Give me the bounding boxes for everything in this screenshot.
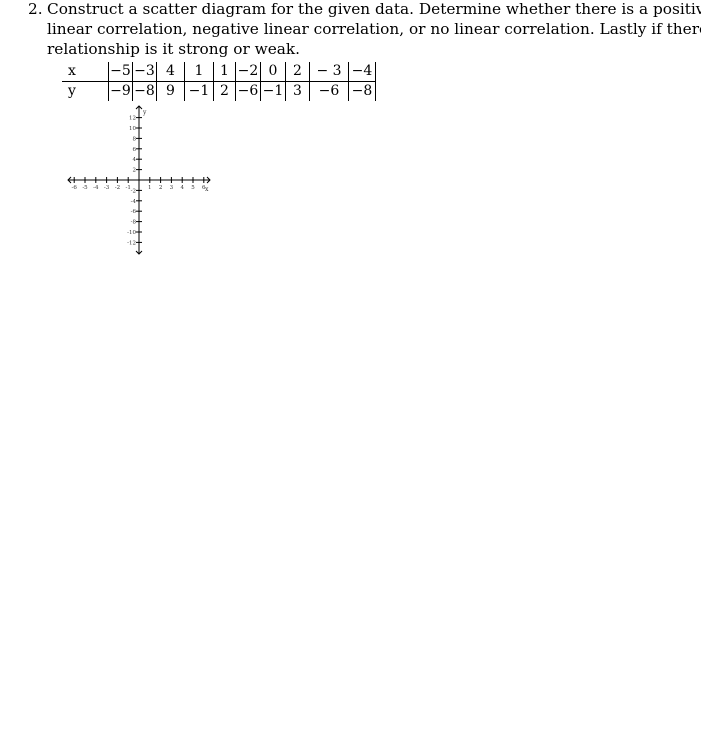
y-tick-label: -4	[131, 199, 137, 205]
x-row: x −5 −3 4 1 1 −2 0 2 − 3 −4	[62, 62, 376, 82]
y-cell: −8	[132, 81, 157, 101]
y-cell: −6	[309, 81, 349, 101]
x-row-label: x	[62, 62, 109, 82]
y-tick-label: 12	[129, 116, 136, 122]
x-cell: 1	[184, 62, 214, 82]
x-axis-label: x	[205, 186, 209, 193]
y-tick-label: -12	[127, 240, 136, 246]
y-cell: −6	[235, 81, 261, 101]
x-cell: −4	[348, 62, 376, 82]
y-cell: −1	[184, 81, 214, 101]
y-tick-label: -8	[131, 220, 137, 226]
x-cell: −5	[108, 62, 133, 82]
y-tick-label: 4	[133, 157, 137, 163]
blank-coordinate-grid: -6 -5 -4 -3 -2 -1 1 2 3 4 5 624681012-2-4-6-8-10-12…	[67, 105, 211, 255]
data-table: x −5 −3 4 1 1 −2 0 2 − 3 −4 y −9 −8 9 −1…	[62, 62, 376, 101]
x-cell: 4	[156, 62, 185, 82]
problem-text-line-1: Construct a scatter diagram for the give…	[47, 0, 701, 18]
y-cell: 3	[285, 81, 310, 101]
x-tick-label: 3	[170, 185, 174, 191]
x-cell: − 3	[309, 62, 349, 82]
x-cell: 0	[260, 62, 286, 82]
x-tick-label: -5	[82, 185, 88, 191]
x-cell: −3	[132, 62, 157, 82]
x-cell: 1	[213, 62, 236, 82]
y-row-label: y	[68, 83, 76, 99]
y-cell: 9	[156, 81, 185, 101]
x-cell: −2	[235, 62, 261, 82]
x-tick-label: 5	[191, 185, 195, 191]
x-tick-label: -2	[115, 185, 120, 191]
y-tick-label: 6	[133, 147, 137, 153]
problem-number: 2.	[28, 0, 43, 18]
y-cell: −8	[348, 81, 376, 101]
y-axis-label: y	[142, 109, 147, 116]
y-tick-label: 8	[133, 136, 137, 142]
y-cell: −1	[260, 81, 286, 101]
y-tick-label: -2	[131, 188, 136, 194]
y-tick-label: 2	[133, 168, 137, 174]
x-cell: 2	[285, 62, 310, 82]
y-cell: 2	[213, 81, 236, 101]
x-tick-label: -3	[104, 185, 110, 191]
y-tick-label: -6	[131, 209, 137, 215]
x-tick-label: 1	[148, 185, 152, 191]
x-tick-label: 2	[159, 185, 163, 191]
x-tick-label: -4	[93, 185, 99, 191]
x-tick-label: -6	[72, 185, 78, 191]
y-row: y −9 −8 9 −1 2 −6 −1 3 −6 −8	[62, 81, 376, 101]
x-tick-label: 4	[180, 185, 184, 191]
problem-text-line-3: relationship is it strong or weak.	[47, 40, 301, 58]
y-tick-label: -10	[127, 230, 136, 236]
y-cell: −9	[108, 81, 133, 101]
y-tick-label: 10	[129, 126, 136, 132]
problem-text-line-2: linear correlation, negative linear corr…	[47, 20, 701, 38]
